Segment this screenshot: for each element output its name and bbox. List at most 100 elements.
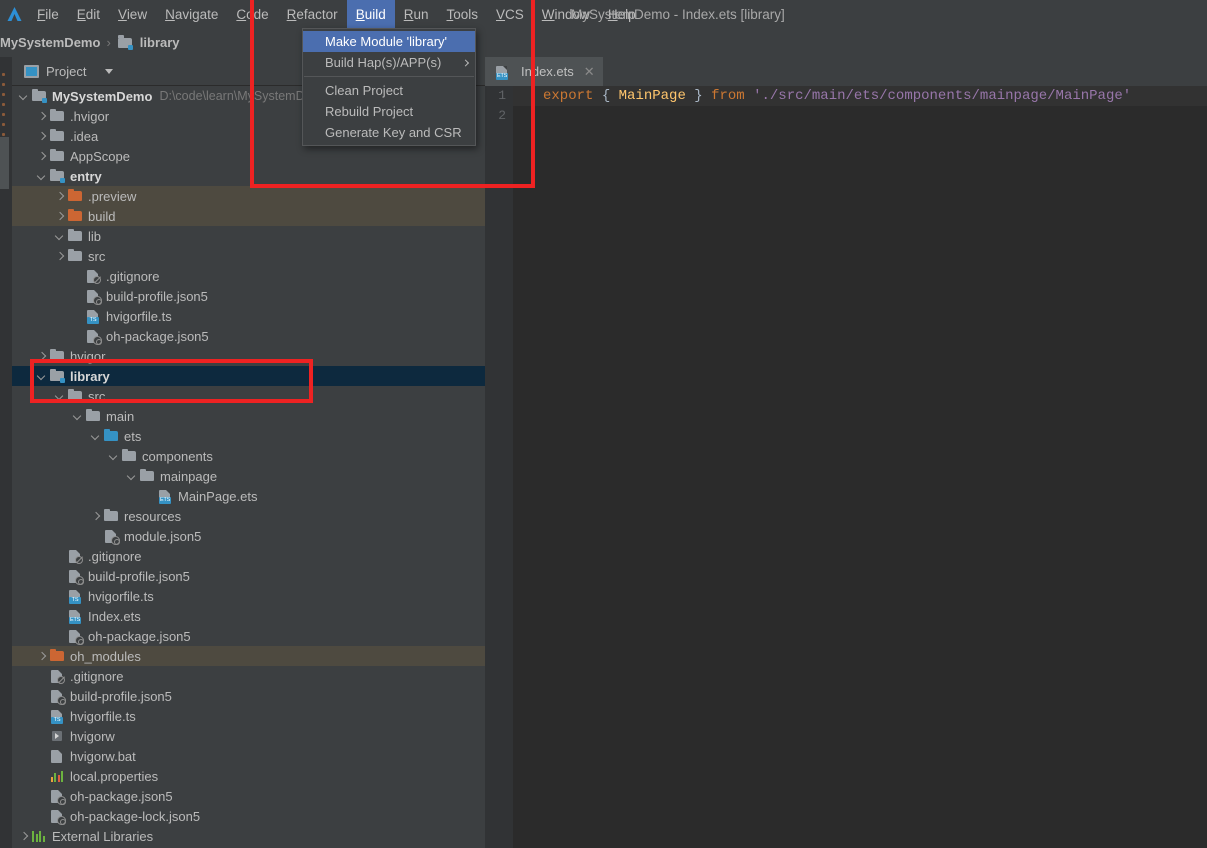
close-icon[interactable]: ✕ <box>584 64 595 80</box>
menu-item-code[interactable]: Code <box>227 0 277 28</box>
tree-row[interactable]: .preview <box>12 186 485 206</box>
strip-markers-icon <box>2 73 6 143</box>
tree-row[interactable]: hvigorw <box>12 726 485 746</box>
chevron-right-icon[interactable] <box>54 191 65 202</box>
chevron-down-icon[interactable] <box>108 451 119 462</box>
chevron-down-icon[interactable] <box>90 431 101 442</box>
chevron-right-icon[interactable] <box>36 111 47 122</box>
tree-row[interactable]: library <box>12 366 485 386</box>
tree-row[interactable]: oh-package.json5 <box>12 786 485 806</box>
tree-row[interactable]: build <box>12 206 485 226</box>
menu-item-view[interactable]: View <box>109 0 156 28</box>
tree-row[interactable]: main <box>12 406 485 426</box>
tree-row[interactable]: src <box>12 386 485 406</box>
tree-row[interactable]: hvigor <box>12 346 485 366</box>
chevron-right-icon[interactable] <box>36 151 47 162</box>
chevron-down-icon[interactable] <box>36 171 47 182</box>
tree-row[interactable]: .gitignore <box>12 266 485 286</box>
build-menu-item-rebuild-project[interactable]: Rebuild Project <box>303 101 475 122</box>
build-menu-item-generate-key-and-csr[interactable]: Generate Key and CSR <box>303 122 475 143</box>
tree-row[interactable]: oh-package.json5 <box>12 626 485 646</box>
chevron-right-icon[interactable] <box>54 251 65 262</box>
chevron-down-icon[interactable] <box>126 471 137 482</box>
tree-row-label: components <box>142 448 213 464</box>
project-tool-tab[interactable] <box>0 137 9 189</box>
editor-tab-index-ets[interactable]: ETS Index.ets ✕ <box>485 57 603 86</box>
ets-folder-icon <box>103 428 119 444</box>
chevron-right-icon[interactable] <box>36 131 47 142</box>
chevron-down-icon[interactable] <box>54 231 65 242</box>
tree-row[interactable]: lib <box>12 226 485 246</box>
gitignore-file-icon <box>67 548 83 564</box>
menu-item-edit[interactable]: Edit <box>68 0 109 28</box>
tree-row[interactable]: resources <box>12 506 485 526</box>
build-menu-item-build-hap-s-app-s[interactable]: Build Hap(s)/APP(s) <box>303 52 475 73</box>
app-logo-icon <box>0 0 28 28</box>
tree-row[interactable]: External Libraries <box>12 826 485 846</box>
tree-row[interactable]: AppScope <box>12 146 485 166</box>
tree-row[interactable]: build-profile.json5 <box>12 286 485 306</box>
tree-row[interactable]: mainpage <box>12 466 485 486</box>
chevron-down-icon[interactable] <box>18 91 29 102</box>
chevron-right-icon[interactable] <box>18 831 29 842</box>
tree-row-label: module.json5 <box>124 528 202 544</box>
build-menu-item-make-module-library[interactable]: Make Module 'library' <box>303 31 475 52</box>
excluded-folder-icon <box>67 208 83 224</box>
menu-item-label: Edit <box>76 6 101 22</box>
tree-row[interactable]: TS hvigorfile.ts <box>12 306 485 326</box>
module-folder-icon <box>117 35 133 51</box>
build-menu-item-label: Build Hap(s)/APP(s) <box>325 55 442 70</box>
tree-row[interactable]: TS hvigorfile.ts <box>12 706 485 726</box>
tree-row[interactable]: entry <box>12 166 485 186</box>
tree-row[interactable]: ETS MainPage.ets <box>12 486 485 506</box>
tree-row[interactable]: .gitignore <box>12 666 485 686</box>
tree-row[interactable]: ETS Index.ets <box>12 606 485 626</box>
menu-item-refactor[interactable]: Refactor <box>278 0 347 28</box>
code-area[interactable]: export { MainPage } from './src/main/ets… <box>513 86 1207 848</box>
tree-row[interactable]: build-profile.json5 <box>12 686 485 706</box>
keyword-export: export <box>543 88 594 104</box>
menu-item-tools[interactable]: Tools <box>438 0 488 28</box>
build-menu-dropdown[interactable]: Make Module 'library' Build Hap(s)/APP(s)… <box>302 28 476 146</box>
breadcrumb-module[interactable]: library <box>117 35 180 51</box>
chevron-down-icon[interactable] <box>36 371 47 382</box>
breadcrumb-project[interactable]: MySystemDemo <box>0 35 100 50</box>
chevron-right-icon[interactable] <box>36 351 47 362</box>
chevron-right-icon[interactable] <box>54 211 65 222</box>
tree-row[interactable]: TS hvigorfile.ts <box>12 586 485 606</box>
tree-row[interactable]: build-profile.json5 <box>12 566 485 586</box>
chevron-right-icon[interactable] <box>90 511 101 522</box>
tree-row[interactable]: .gitignore <box>12 546 485 566</box>
build-menu-item-clean-project[interactable]: Clean Project <box>303 80 475 101</box>
menu-item-navigate[interactable]: Navigate <box>156 0 227 28</box>
tree-row[interactable]: oh-package.json5 <box>12 326 485 346</box>
tree-row[interactable]: oh_modules <box>12 646 485 666</box>
menu-item-run[interactable]: Run <box>395 0 438 28</box>
import-path-string: './src/main/ets/components/mainpage/Main… <box>753 88 1132 104</box>
chevron-down-icon[interactable] <box>72 411 83 422</box>
tree-row[interactable]: components <box>12 446 485 466</box>
tree-row-label: .gitignore <box>70 668 124 684</box>
tree-row[interactable]: local.properties <box>12 766 485 786</box>
json5-file-icon <box>67 568 84 585</box>
chevron-down-icon[interactable] <box>54 391 65 402</box>
chevron-right-icon[interactable] <box>36 651 47 662</box>
chevron-down-icon[interactable] <box>105 68 114 74</box>
tree-row[interactable]: ets <box>12 426 485 446</box>
menu-item-file[interactable]: File <box>28 0 68 28</box>
tree-row[interactable]: oh-package-lock.json5 <box>12 806 485 826</box>
menu-item-vcs[interactable]: VCS <box>487 0 533 28</box>
project-tree[interactable]: MySystemDemo D:\code\learn\MySystemDemo .h… <box>12 86 485 848</box>
tree-row[interactable]: hvigorw.bat <box>12 746 485 766</box>
editor-tab-label: Index.ets <box>521 64 574 79</box>
menu-item-build[interactable]: Build <box>346 0 395 28</box>
code-editor[interactable]: 12 export { MainPage } from './src/main/… <box>485 86 1207 848</box>
tree-row[interactable]: src <box>12 246 485 266</box>
tree-row-label: .hvigor <box>70 108 110 124</box>
tree-row[interactable]: module.json5 <box>12 526 485 546</box>
menu-item-label: Run <box>403 6 429 22</box>
tree-row-label: build-profile.json5 <box>88 568 190 584</box>
